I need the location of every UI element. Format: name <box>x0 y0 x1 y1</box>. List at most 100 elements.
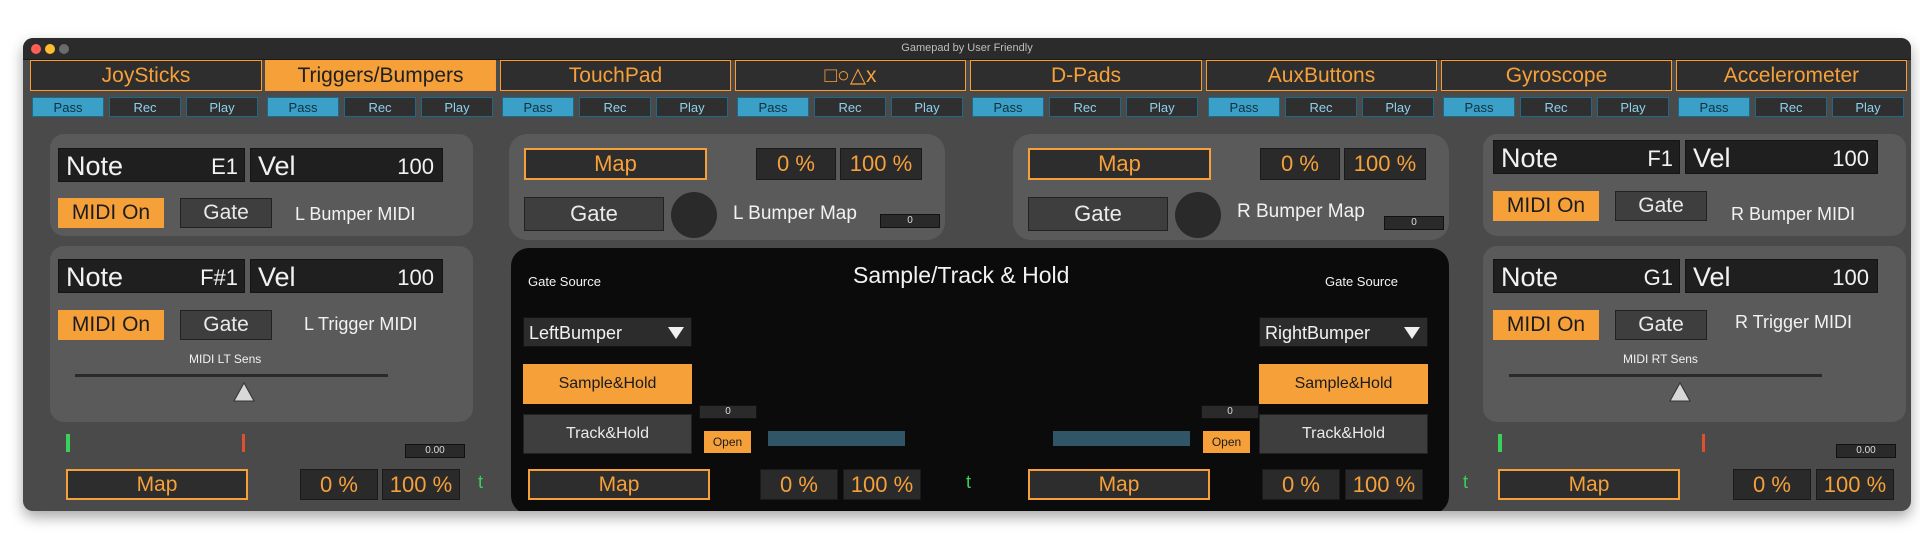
l-bumper-note-box[interactable]: Note E1 <box>58 148 245 182</box>
note-value: F1 <box>1647 146 1673 171</box>
tab-5-rec-button[interactable]: Rec <box>1049 97 1121 117</box>
tab-5-pass-button[interactable]: Pass <box>972 97 1044 117</box>
r-bumper-map-button[interactable]: Map <box>1028 148 1211 180</box>
tab-3-pass-button[interactable]: Pass <box>502 97 574 117</box>
left-small-value[interactable]: 0.00 <box>405 444 465 458</box>
tab-4-rec-button[interactable]: Rec <box>814 97 886 117</box>
left-sh-meter <box>768 431 905 446</box>
tab-6-play-button[interactable]: Play <box>1362 97 1434 117</box>
tab-4-play-button[interactable]: Play <box>891 97 963 117</box>
tab-7-rec-button[interactable]: Rec <box>1520 97 1592 117</box>
l-trigger-gate-button[interactable]: Gate <box>180 310 272 340</box>
right-track-hold-button[interactable]: Track&Hold <box>1259 414 1428 454</box>
sh-right-map-min[interactable]: 0 % <box>1262 469 1340 500</box>
l-bumper-map-max[interactable]: 100 % <box>840 148 922 180</box>
tab-auxbuttons[interactable]: AuxButtons <box>1206 60 1437 91</box>
tab-joysticks[interactable]: JoySticks <box>30 60 262 91</box>
l-trigger-midi-on-button[interactable]: MIDI On <box>58 310 164 340</box>
sh-left-map-max[interactable]: 100 % <box>843 469 921 500</box>
right-open-button[interactable]: Open <box>1203 431 1250 453</box>
left-track-hold-button[interactable]: Track&Hold <box>523 414 692 454</box>
rt-sens-slider-handle-icon[interactable] <box>1668 381 1692 403</box>
l-trigger-vel-box[interactable]: Vel 100 <box>250 259 443 293</box>
left-sh-value[interactable]: 0 <box>699 405 757 419</box>
l-bumper-midi-on-button[interactable]: MIDI On <box>58 198 164 228</box>
l-bumper-map-button[interactable]: Map <box>524 148 707 180</box>
tab-gyroscope[interactable]: Gyroscope <box>1441 60 1672 91</box>
left-sample-hold-button[interactable]: Sample&Hold <box>523 364 692 404</box>
r-trigger-midi-on-button[interactable]: MIDI On <box>1493 310 1599 340</box>
left-meter-high-mark <box>242 434 245 452</box>
r-bumper-vel-box[interactable]: Vel 100 <box>1685 140 1878 174</box>
r-bumper-midi-on-button[interactable]: MIDI On <box>1493 191 1599 221</box>
left-map-min[interactable]: 0 % <box>300 469 378 500</box>
tab-2-play-button[interactable]: Play <box>421 97 493 117</box>
left-toggle-t[interactable]: t <box>478 472 483 493</box>
r-bumper-map-max[interactable]: 100 % <box>1344 148 1426 180</box>
tab-triggers-bumpers[interactable]: Triggers/Bumpers <box>265 60 496 91</box>
tab-dpads[interactable]: D-Pads <box>970 60 1202 91</box>
sh-left-map-button[interactable]: Map <box>528 469 710 500</box>
left-map-button[interactable]: Map <box>66 469 248 500</box>
r-bumper-map-knob[interactable] <box>1175 192 1221 238</box>
lt-sens-label: MIDI LT Sens <box>189 352 262 366</box>
r-trigger-note-box[interactable]: Note G1 <box>1493 259 1680 293</box>
l-bumper-map-knob[interactable] <box>671 192 717 238</box>
right-map-max[interactable]: 100 % <box>1816 469 1894 500</box>
r-bumper-map-min[interactable]: 0 % <box>1260 148 1340 180</box>
r-bumper-map-value[interactable]: 0 <box>1384 216 1444 230</box>
right-map-button[interactable]: Map <box>1498 469 1680 500</box>
left-open-button[interactable]: Open <box>704 431 751 453</box>
sh-left-map-min[interactable]: 0 % <box>760 469 838 500</box>
tab-1-play-button[interactable]: Play <box>186 97 258 117</box>
rt-sens-slider-track[interactable] <box>1509 374 1822 377</box>
l-bumper-vel-box[interactable]: Vel 100 <box>250 148 443 182</box>
r-bumper-map-gate-button[interactable]: Gate <box>1028 197 1168 231</box>
window-title: Gamepad by User Friendly <box>901 42 1033 54</box>
tab-3-play-button[interactable]: Play <box>656 97 728 117</box>
r-bumper-note-box[interactable]: Note F1 <box>1493 140 1680 174</box>
l-trigger-note-box[interactable]: Note F#1 <box>58 259 245 293</box>
left-gate-source-dropdown[interactable]: LeftBumper <box>523 317 692 347</box>
right-sh-value[interactable]: 0 <box>1201 405 1259 419</box>
tab-2-rec-button[interactable]: Rec <box>344 97 416 117</box>
r-bumper-gate-button[interactable]: Gate <box>1615 191 1707 221</box>
right-meter-low-mark <box>1498 434 1502 452</box>
l-bumper-map-value[interactable]: 0 <box>880 214 940 228</box>
tab-face-buttons[interactable]: □○△x <box>735 60 966 91</box>
tab-8-rec-button[interactable]: Rec <box>1755 97 1827 117</box>
tab-1-rec-button[interactable]: Rec <box>109 97 181 117</box>
right-sample-hold-button[interactable]: Sample&Hold <box>1259 364 1428 404</box>
tab-7-play-button[interactable]: Play <box>1597 97 1669 117</box>
note-label: Note <box>1501 143 1559 173</box>
tab-6-pass-button[interactable]: Pass <box>1208 97 1280 117</box>
tab-1-pass-button[interactable]: Pass <box>32 97 104 117</box>
tab-5-play-button[interactable]: Play <box>1126 97 1198 117</box>
tab-accelerometer[interactable]: Accelerometer <box>1676 60 1907 91</box>
tab-touchpad[interactable]: TouchPad <box>500 60 731 91</box>
tab-8-play-button[interactable]: Play <box>1832 97 1904 117</box>
lt-sens-slider-handle-icon[interactable] <box>232 381 256 403</box>
l-bumper-gate-button[interactable]: Gate <box>180 198 272 228</box>
tab-6-rec-button[interactable]: Rec <box>1285 97 1357 117</box>
right-map-min[interactable]: 0 % <box>1733 469 1811 500</box>
tab-2-pass-button[interactable]: Pass <box>267 97 339 117</box>
tab-8-pass-button[interactable]: Pass <box>1678 97 1750 117</box>
right-small-value[interactable]: 0.00 <box>1836 444 1896 458</box>
tab-7-pass-button[interactable]: Pass <box>1443 97 1515 117</box>
right-toggle-t[interactable]: t <box>1463 472 1468 493</box>
l-bumper-map-min[interactable]: 0 % <box>756 148 836 180</box>
left-map-max[interactable]: 100 % <box>382 469 460 500</box>
lt-sens-slider-track[interactable] <box>75 374 388 377</box>
sh-right-map-max[interactable]: 100 % <box>1345 469 1423 500</box>
l-bumper-map-caption: L Bumper Map <box>733 203 857 224</box>
tab-3-rec-button[interactable]: Rec <box>579 97 651 117</box>
sh-left-toggle-t[interactable]: t <box>966 472 971 493</box>
r-trigger-vel-box[interactable]: Vel 100 <box>1685 259 1878 293</box>
tab-4-pass-button[interactable]: Pass <box>737 97 809 117</box>
sh-right-map-button[interactable]: Map <box>1028 469 1210 500</box>
right-gate-source-dropdown[interactable]: RightBumper <box>1259 317 1428 347</box>
r-trigger-gate-button[interactable]: Gate <box>1615 310 1707 340</box>
r-bumper-map-caption: R Bumper Map <box>1237 201 1365 222</box>
l-bumper-map-gate-button[interactable]: Gate <box>524 197 664 231</box>
